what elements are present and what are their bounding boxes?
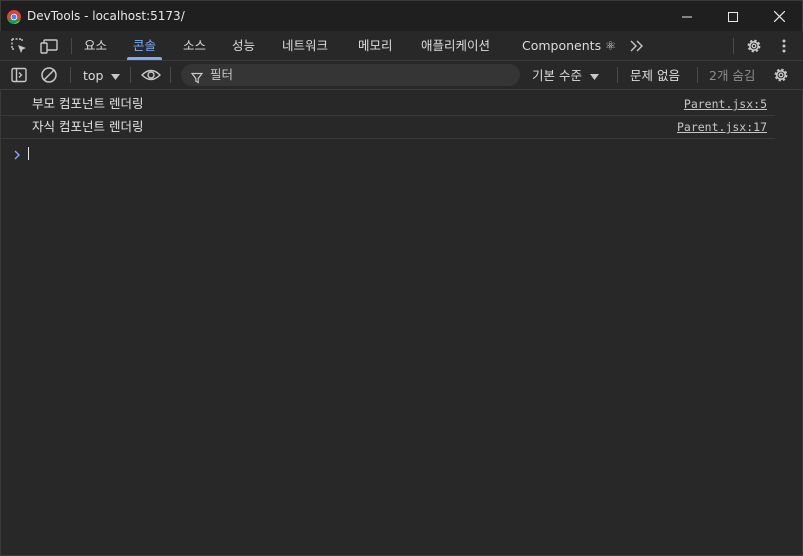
device-toolbar-icon[interactable] (40, 37, 58, 55)
dropdown-arrow-icon (589, 74, 599, 80)
filter-placeholder: 필터 (210, 67, 234, 82)
devtools-tab-bar: 요소 콘솔 소스 성능 네트워크 메모리 애플리케이션 Components ⚛ (0, 31, 803, 61)
inspect-element-icon[interactable] (10, 37, 28, 55)
console-message-source-link[interactable]: Parent.jsx:5 (684, 93, 767, 115)
console-settings-icon[interactable] (772, 66, 790, 84)
tab-elements[interactable]: 요소 (84, 31, 107, 60)
window-title: DevTools - localhost:5173/ (27, 9, 185, 23)
context-selector-value: top (83, 68, 104, 83)
tab-sources[interactable]: 소스 (183, 31, 206, 60)
minimize-button[interactable] (664, 1, 710, 32)
hidden-messages-count: 2개 숨김 (709, 68, 756, 83)
tab-components[interactable]: Components ⚛ (522, 31, 616, 60)
filter-input[interactable]: 필터 (181, 64, 520, 86)
log-level-selector[interactable]: 기본 수준 (532, 61, 599, 89)
tab-performance[interactable]: 성능 (232, 31, 255, 60)
log-level-value: 기본 수준 (532, 68, 582, 83)
console-input-caret[interactable] (28, 147, 29, 160)
settings-icon[interactable] (745, 37, 763, 55)
more-tabs-icon[interactable] (628, 37, 646, 55)
maximize-icon (728, 11, 738, 22)
clear-console-icon[interactable] (40, 66, 58, 84)
tab-network[interactable]: 네트워크 (282, 31, 328, 60)
console-message-text: 자식 컴포넌트 렌더링 (32, 119, 144, 134)
tab-memory[interactable]: 메모리 (358, 31, 393, 60)
chrome-logo-icon (7, 9, 21, 24)
console-message-text: 부모 컴포넌트 렌더링 (32, 96, 144, 111)
dropdown-arrow-icon (111, 74, 121, 80)
tab-application[interactable]: 애플리케이션 (421, 31, 490, 60)
console-message: 부모 컴포넌트 렌더링 Parent.jsx:5 (0, 93, 775, 116)
live-expression-eye-icon[interactable] (141, 66, 161, 84)
console-message: 자식 컴포넌트 렌더링 Parent.jsx:17 (0, 116, 775, 139)
close-icon (773, 11, 785, 22)
context-selector[interactable]: top (83, 61, 121, 89)
issues-button[interactable]: 문제 없음 (630, 61, 680, 89)
sidebar-toggle-icon[interactable] (10, 66, 28, 84)
minimize-icon (682, 16, 692, 17)
filter-icon (190, 69, 204, 84)
console-message-source-link[interactable]: Parent.jsx:17 (677, 116, 767, 138)
window-title-bar: DevTools - localhost:5173/ (0, 0, 803, 31)
close-button[interactable] (756, 1, 802, 32)
tab-console[interactable]: 콘솔 (126, 31, 163, 60)
prompt-chevron-icon (12, 146, 24, 160)
more-options-icon[interactable] (775, 37, 793, 55)
maximize-button[interactable] (710, 1, 756, 32)
console-toolbar: top 필터 기본 수준 문제 없음 2개 숨김 (0, 61, 803, 90)
